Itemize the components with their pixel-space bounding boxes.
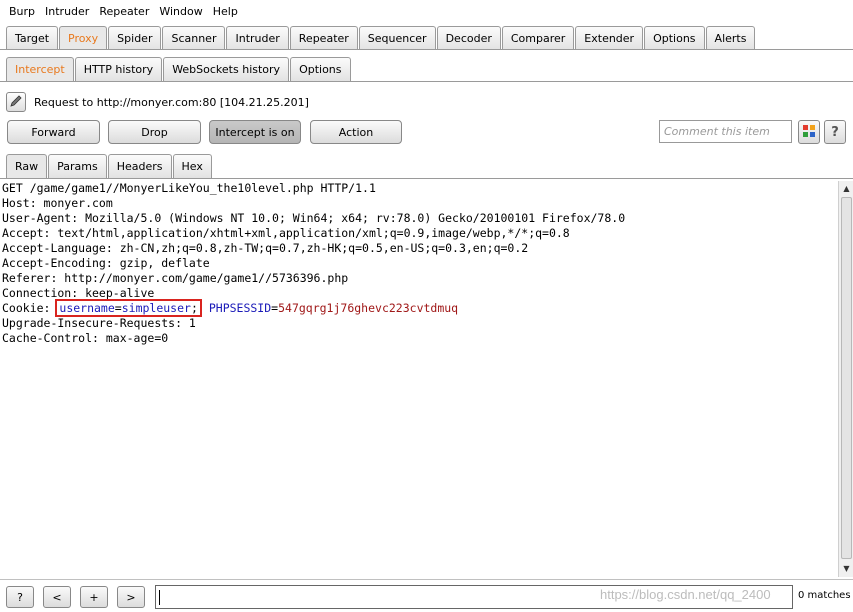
subtab-websockets-history[interactable]: WebSockets history: [163, 57, 290, 81]
cookie-username-value: simpleuser: [121, 301, 191, 315]
sub-tabs-divider: [0, 81, 853, 82]
edit-request-button[interactable]: [6, 92, 26, 112]
tab-scanner[interactable]: Scanner: [162, 26, 226, 50]
search-help-button[interactable]: ?: [6, 586, 34, 608]
request-line: Accept: text/html,application/xhtml+xml,…: [2, 226, 570, 240]
cookie-line: Cookie: username=simpleuser; PHPSESSID = 5…: [0, 299, 838, 317]
tab-spider[interactable]: Spider: [108, 26, 162, 50]
search-match-count: 0 matches: [798, 590, 851, 601]
intercept-toggle-button[interactable]: Intercept is on: [209, 120, 301, 144]
message-view-tabs: Raw Params Headers Hex: [6, 154, 213, 178]
request-target-label: Request to http://monyer.com:80 [104.21.…: [34, 95, 309, 109]
main-tabs-divider: [0, 49, 853, 50]
tab-options[interactable]: Options: [644, 26, 705, 50]
tab-alerts[interactable]: Alerts: [705, 26, 756, 50]
search-add-button[interactable]: +: [80, 586, 108, 608]
cookie-username-name: username: [59, 301, 115, 315]
scroll-down-icon[interactable]: ▼: [841, 563, 852, 574]
viewtab-raw[interactable]: Raw: [6, 154, 48, 178]
tab-intruder[interactable]: Intruder: [226, 26, 289, 50]
scroll-up-icon[interactable]: ▲: [841, 183, 852, 194]
request-line: Cache-Control: max-age=0: [2, 331, 169, 345]
drop-button[interactable]: Drop: [108, 120, 201, 144]
menu-window[interactable]: Window: [159, 5, 202, 18]
tab-sequencer[interactable]: Sequencer: [358, 26, 436, 50]
subtab-intercept[interactable]: Intercept: [6, 57, 74, 81]
subtab-options[interactable]: Options: [290, 57, 351, 81]
forward-button[interactable]: Forward: [7, 120, 100, 144]
cookie-prefix: Cookie:: [2, 301, 58, 315]
menu-help[interactable]: Help: [213, 5, 238, 18]
editor-scrollbar[interactable]: ▲ ▼: [838, 181, 853, 577]
tab-comparer[interactable]: Comparer: [501, 26, 575, 50]
request-editor[interactable]: GET /game/game1//MonyerLikeYou_the10leve…: [0, 181, 838, 577]
request-line: GET /game/game1//MonyerLikeYou_the10leve…: [2, 181, 376, 195]
bottom-divider: [0, 579, 853, 580]
menu-intruder[interactable]: Intruder: [45, 5, 89, 18]
cookie-separator: ;: [190, 301, 198, 315]
proxy-sub-tabs: Intercept HTTP history WebSockets histor…: [6, 57, 352, 81]
tab-proxy[interactable]: Proxy: [59, 26, 108, 50]
color-grid-icon: [802, 124, 816, 141]
cookie-eq: =: [114, 301, 122, 315]
subtab-http-history[interactable]: HTTP history: [74, 57, 163, 81]
scrollbar-thumb[interactable]: [841, 197, 852, 559]
highlighted-cookie-box: username=simpleuser;: [55, 299, 202, 317]
tab-target[interactable]: Target: [6, 26, 59, 50]
comment-input[interactable]: Comment this item: [659, 120, 792, 143]
question-icon: ?: [831, 124, 839, 140]
help-button[interactable]: ?: [824, 120, 846, 144]
viewtab-params[interactable]: Params: [48, 154, 107, 178]
editor-divider: [0, 178, 853, 179]
request-line: Accept-Encoding: gzip, deflate: [2, 256, 210, 270]
viewtab-headers[interactable]: Headers: [107, 154, 172, 178]
request-line: Host: monyer.com: [2, 196, 113, 210]
action-button[interactable]: Action: [310, 120, 402, 144]
search-next-button[interactable]: >: [117, 586, 145, 608]
text-caret: [159, 590, 160, 605]
menu-bar: Burp Intruder Repeater Window Help: [0, 0, 853, 22]
pencil-icon: [9, 94, 23, 111]
watermark: https://blog.csdn.net/qq_2400: [600, 587, 771, 602]
tab-decoder[interactable]: Decoder: [436, 26, 501, 50]
request-line: Referer: http://monyer.com/game/game1//5…: [2, 271, 349, 285]
request-line: Upgrade-Insecure-Requests: 1: [2, 316, 196, 330]
search-prev-button[interactable]: <: [43, 586, 71, 608]
cookie-phpsessid-value: 547gqrg1j76ghevc223cvtdmuq: [278, 301, 459, 315]
request-line: User-Agent: Mozilla/5.0 (Windows NT 10.0…: [2, 211, 626, 225]
tab-extender[interactable]: Extender: [575, 26, 644, 50]
tab-repeater[interactable]: Repeater: [289, 26, 358, 50]
main-tabs: Target Proxy Spider Scanner Intruder Rep…: [6, 26, 756, 50]
request-target-row: Request to http://monyer.com:80 [104.21.…: [6, 92, 309, 112]
menu-burp[interactable]: Burp: [9, 5, 35, 18]
menu-repeater[interactable]: Repeater: [99, 5, 149, 18]
highlight-color-button[interactable]: [798, 120, 820, 144]
request-line: Accept-Language: zh-CN,zh;q=0.8,zh-TW;q=…: [2, 241, 529, 255]
cookie-phpsessid-name: PHPSESSID: [208, 301, 272, 315]
viewtab-hex[interactable]: Hex: [172, 154, 212, 178]
